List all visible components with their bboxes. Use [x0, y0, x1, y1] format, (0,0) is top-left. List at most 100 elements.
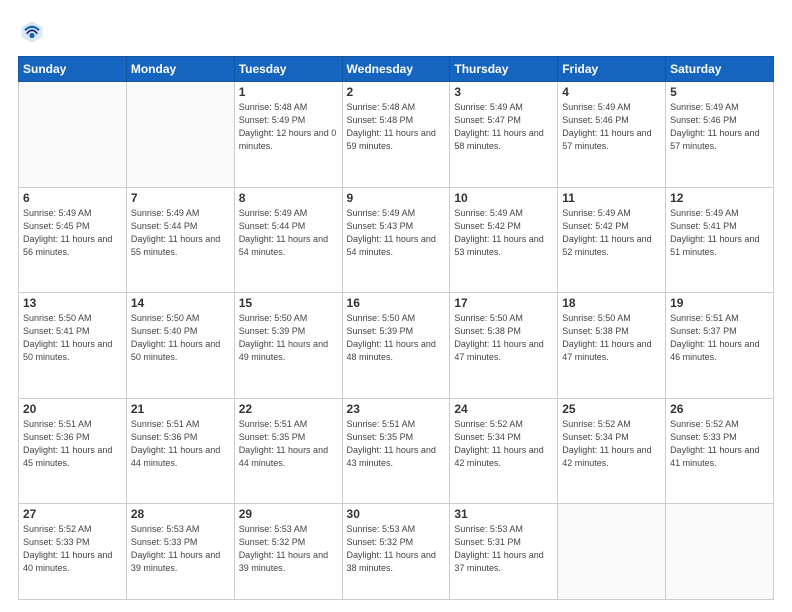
day-number: 18 — [562, 296, 661, 310]
calendar-cell: 27 Sunrise: 5:52 AM Sunset: 5:33 PM Dayli… — [19, 504, 127, 600]
day-number: 14 — [131, 296, 230, 310]
day-number: 10 — [454, 191, 553, 205]
day-info: Sunrise: 5:49 AM Sunset: 5:42 PM Dayligh… — [562, 207, 661, 259]
day-number: 25 — [562, 402, 661, 416]
day-info: Sunrise: 5:51 AM Sunset: 5:36 PM Dayligh… — [131, 418, 230, 470]
day-info: Sunrise: 5:49 AM Sunset: 5:46 PM Dayligh… — [670, 101, 769, 153]
week-row-2: 6 Sunrise: 5:49 AM Sunset: 5:45 PM Daylig… — [19, 187, 774, 293]
day-number: 20 — [23, 402, 122, 416]
calendar-cell: 12 Sunrise: 5:49 AM Sunset: 5:41 PM Dayli… — [666, 187, 774, 293]
calendar-cell: 21 Sunrise: 5:51 AM Sunset: 5:36 PM Dayli… — [126, 398, 234, 504]
day-number: 27 — [23, 507, 122, 521]
day-number: 16 — [347, 296, 446, 310]
day-info: Sunrise: 5:50 AM Sunset: 5:38 PM Dayligh… — [562, 312, 661, 364]
day-info: Sunrise: 5:49 AM Sunset: 5:44 PM Dayligh… — [131, 207, 230, 259]
day-number: 8 — [239, 191, 338, 205]
calendar-cell: 29 Sunrise: 5:53 AM Sunset: 5:32 PM Dayli… — [234, 504, 342, 600]
week-row-1: 1 Sunrise: 5:48 AM Sunset: 5:49 PM Daylig… — [19, 82, 774, 188]
day-number: 26 — [670, 402, 769, 416]
day-info: Sunrise: 5:52 AM Sunset: 5:33 PM Dayligh… — [23, 523, 122, 575]
calendar-cell: 3 Sunrise: 5:49 AM Sunset: 5:47 PM Daylig… — [450, 82, 558, 188]
calendar-cell: 17Sunrise: 5:50 AM Sunset: 5:38 PM Dayli… — [450, 293, 558, 399]
weekday-header-wednesday: Wednesday — [342, 57, 450, 82]
calendar-cell: 16 Sunrise: 5:50 AM Sunset: 5:39 PM Dayli… — [342, 293, 450, 399]
day-number: 3 — [454, 85, 553, 99]
day-number: 31 — [454, 507, 553, 521]
day-number: 2 — [347, 85, 446, 99]
calendar-cell: 1 Sunrise: 5:48 AM Sunset: 5:49 PM Daylig… — [234, 82, 342, 188]
day-info: Sunrise: 5:51 AM Sunset: 5:37 PM Dayligh… — [670, 312, 769, 364]
calendar-cell: 19 Sunrise: 5:51 AM Sunset: 5:37 PM Dayli… — [666, 293, 774, 399]
day-number: 24 — [454, 402, 553, 416]
day-info: Sunrise: 5:49 AM Sunset: 5:46 PM Dayligh… — [562, 101, 661, 153]
header — [18, 18, 774, 46]
calendar-table: SundayMondayTuesdayWednesdayThursdayFrid… — [18, 56, 774, 600]
calendar-cell: 26 Sunrise: 5:52 AM Sunset: 5:33 PM Dayli… — [666, 398, 774, 504]
logo-icon — [18, 18, 46, 46]
day-info: Sunrise: 5:50 AM Sunset: 5:39 PM Dayligh… — [347, 312, 446, 364]
calendar-cell — [19, 82, 127, 188]
day-number: 13 — [23, 296, 122, 310]
calendar-cell — [666, 504, 774, 600]
day-info: Sunrise: 5:50 AM Sunset: 5:40 PM Dayligh… — [131, 312, 230, 364]
calendar-cell: 28 Sunrise: 5:53 AM Sunset: 5:33 PM Dayli… — [126, 504, 234, 600]
day-number: 30 — [347, 507, 446, 521]
calendar-cell: 24Sunrise: 5:52 AM Sunset: 5:34 PM Dayli… — [450, 398, 558, 504]
day-number: 19 — [670, 296, 769, 310]
day-info: Sunrise: 5:52 AM Sunset: 5:33 PM Dayligh… — [670, 418, 769, 470]
day-info: Sunrise: 5:49 AM Sunset: 5:45 PM Dayligh… — [23, 207, 122, 259]
calendar-cell: 7 Sunrise: 5:49 AM Sunset: 5:44 PM Daylig… — [126, 187, 234, 293]
day-info: Sunrise: 5:49 AM Sunset: 5:44 PM Dayligh… — [239, 207, 338, 259]
calendar-cell: 11 Sunrise: 5:49 AM Sunset: 5:42 PM Dayli… — [558, 187, 666, 293]
day-info: Sunrise: 5:53 AM Sunset: 5:33 PM Dayligh… — [131, 523, 230, 575]
day-info: Sunrise: 5:49 AM Sunset: 5:43 PM Dayligh… — [347, 207, 446, 259]
day-info: Sunrise: 5:51 AM Sunset: 5:36 PM Dayligh… — [23, 418, 122, 470]
day-number: 22 — [239, 402, 338, 416]
calendar-cell: 31 Sunrise: 5:53 AM Sunset: 5:31 PM Dayli… — [450, 504, 558, 600]
calendar-cell: 23Sunrise: 5:51 AM Sunset: 5:35 PM Dayli… — [342, 398, 450, 504]
day-number: 6 — [23, 191, 122, 205]
calendar-cell: 5 Sunrise: 5:49 AM Sunset: 5:46 PM Daylig… — [666, 82, 774, 188]
calendar-cell: 30 Sunrise: 5:53 AM Sunset: 5:32 PM Dayli… — [342, 504, 450, 600]
weekday-header-tuesday: Tuesday — [234, 57, 342, 82]
day-number: 12 — [670, 191, 769, 205]
weekday-header-thursday: Thursday — [450, 57, 558, 82]
day-number: 21 — [131, 402, 230, 416]
week-row-5: 27 Sunrise: 5:52 AM Sunset: 5:33 PM Dayli… — [19, 504, 774, 600]
page: SundayMondayTuesdayWednesdayThursdayFrid… — [0, 0, 792, 612]
calendar-cell: 15Sunrise: 5:50 AM Sunset: 5:39 PM Dayli… — [234, 293, 342, 399]
day-info: Sunrise: 5:53 AM Sunset: 5:32 PM Dayligh… — [239, 523, 338, 575]
calendar-cell: 9 Sunrise: 5:49 AM Sunset: 5:43 PM Daylig… — [342, 187, 450, 293]
day-info: Sunrise: 5:49 AM Sunset: 5:47 PM Dayligh… — [454, 101, 553, 153]
calendar-cell: 18 Sunrise: 5:50 AM Sunset: 5:38 PM Dayli… — [558, 293, 666, 399]
weekday-header-monday: Monday — [126, 57, 234, 82]
day-info: Sunrise: 5:53 AM Sunset: 5:31 PM Dayligh… — [454, 523, 553, 575]
day-info: Sunrise: 5:48 AM Sunset: 5:49 PM Dayligh… — [239, 101, 338, 153]
day-number: 17 — [454, 296, 553, 310]
day-info: Sunrise: 5:53 AM Sunset: 5:32 PM Dayligh… — [347, 523, 446, 575]
day-number: 4 — [562, 85, 661, 99]
day-info: Sunrise: 5:49 AM Sunset: 5:41 PM Dayligh… — [670, 207, 769, 259]
day-info: Sunrise: 5:49 AM Sunset: 5:42 PM Dayligh… — [454, 207, 553, 259]
day-number: 9 — [347, 191, 446, 205]
weekday-header-sunday: Sunday — [19, 57, 127, 82]
calendar-cell: 22Sunrise: 5:51 AM Sunset: 5:35 PM Dayli… — [234, 398, 342, 504]
calendar-cell: 6 Sunrise: 5:49 AM Sunset: 5:45 PM Daylig… — [19, 187, 127, 293]
calendar-cell: 25Sunrise: 5:52 AM Sunset: 5:34 PM Dayli… — [558, 398, 666, 504]
weekday-header-row: SundayMondayTuesdayWednesdayThursdayFrid… — [19, 57, 774, 82]
day-number: 29 — [239, 507, 338, 521]
day-number: 7 — [131, 191, 230, 205]
weekday-header-friday: Friday — [558, 57, 666, 82]
day-number: 1 — [239, 85, 338, 99]
calendar-cell: 13Sunrise: 5:50 AM Sunset: 5:41 PM Dayli… — [19, 293, 127, 399]
day-number: 5 — [670, 85, 769, 99]
day-number: 11 — [562, 191, 661, 205]
calendar-cell: 4 Sunrise: 5:49 AM Sunset: 5:46 PM Daylig… — [558, 82, 666, 188]
calendar-cell — [126, 82, 234, 188]
calendar-cell: 10 Sunrise: 5:49 AM Sunset: 5:42 PM Dayli… — [450, 187, 558, 293]
week-row-3: 13Sunrise: 5:50 AM Sunset: 5:41 PM Dayli… — [19, 293, 774, 399]
day-number: 28 — [131, 507, 230, 521]
calendar-cell: 2Sunrise: 5:48 AM Sunset: 5:48 PM Daylig… — [342, 82, 450, 188]
week-row-4: 20 Sunrise: 5:51 AM Sunset: 5:36 PM Dayli… — [19, 398, 774, 504]
day-number: 23 — [347, 402, 446, 416]
